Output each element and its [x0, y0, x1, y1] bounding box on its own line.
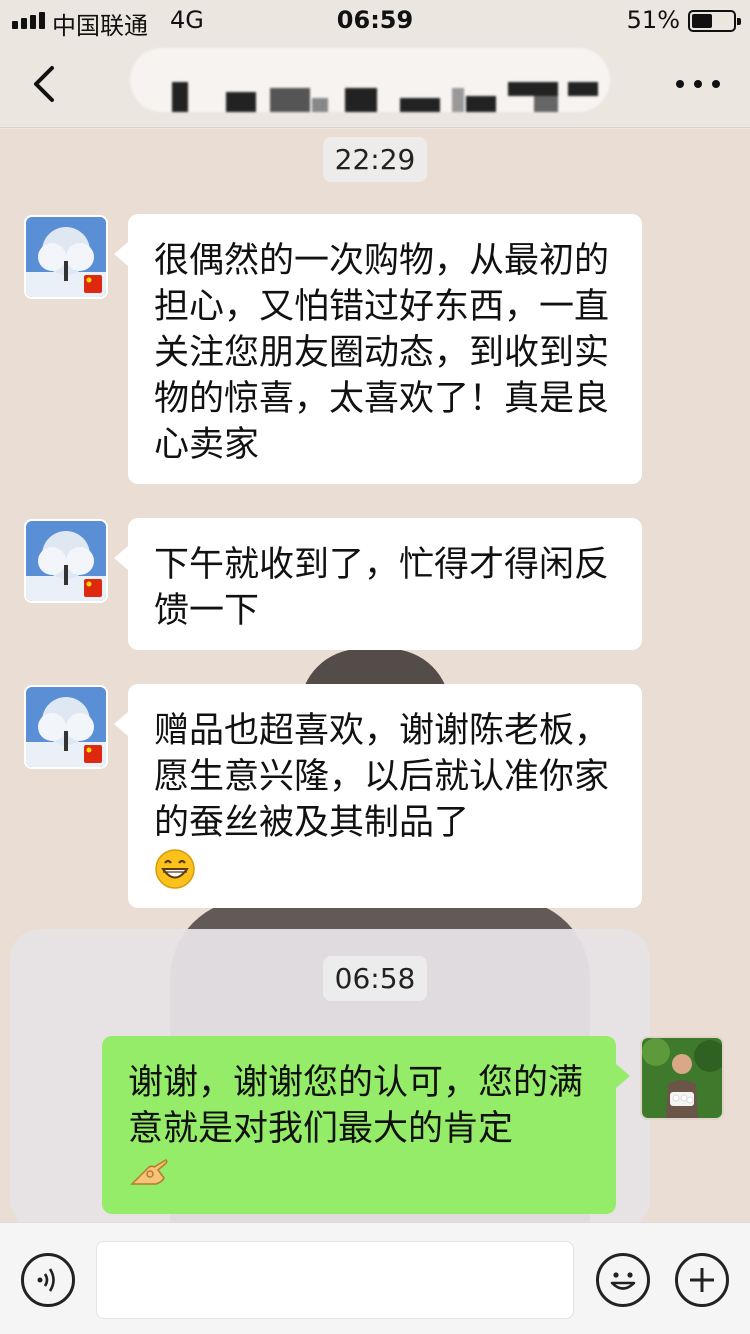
emoji-button[interactable]: [596, 1253, 650, 1307]
outgoing-message[interactable]: 谢谢，谢谢您的认可，您的满意就是对我们最大的肯定: [102, 1036, 630, 1214]
plus-button[interactable]: [675, 1253, 729, 1307]
incoming-message[interactable]: 下午就收到了，忙得才得闲反馈一下: [114, 518, 642, 650]
chat-title-redacted: [130, 48, 610, 112]
chat-messages[interactable]: 22:29 很偶然的一次购物，从最初的担心，又怕错过好东西，一直关注您朋友圈动态…: [0, 129, 750, 1222]
ok-hand-icon: [130, 1159, 168, 1185]
timestamp: 06:58: [0, 956, 750, 1001]
snow-tree-avatar-icon: [26, 687, 106, 767]
incoming-message[interactable]: 很偶然的一次购物，从最初的担心，又怕错过好东西，一直关注您朋友圈动态，到收到实物…: [114, 214, 642, 484]
timestamp: 22:29: [0, 137, 750, 182]
plus-icon: [690, 1268, 714, 1292]
my-avatar[interactable]: [640, 1036, 724, 1120]
voice-icon: [37, 1268, 55, 1292]
grinning-face-icon: [155, 849, 195, 889]
message-input[interactable]: [96, 1241, 574, 1319]
more-button[interactable]: [676, 68, 720, 100]
incoming-message[interactable]: 赠品也超喜欢，谢谢陈老板，愿生意兴隆，以后就认准你家的蚕丝被及其制品了: [114, 684, 642, 908]
snow-tree-avatar-icon: [26, 217, 106, 297]
person-avatar-icon: [642, 1038, 722, 1118]
smiley-icon: [610, 1272, 636, 1290]
ellipsis-icon: [676, 80, 684, 88]
battery-percent: 51%: [626, 6, 680, 34]
snow-tree-avatar-icon: [26, 521, 106, 601]
back-button[interactable]: [26, 60, 66, 108]
input-bar: [0, 1222, 750, 1334]
contact-avatar[interactable]: [24, 215, 108, 299]
chat-header: [0, 40, 750, 128]
chevron-left-icon: [34, 66, 54, 102]
voice-button[interactable]: [21, 1253, 75, 1307]
status-bar: 中国联通 4G 06:59 51%: [0, 0, 750, 40]
contact-avatar[interactable]: [24, 685, 108, 769]
battery-icon: [688, 10, 741, 32]
contact-avatar[interactable]: [24, 519, 108, 603]
